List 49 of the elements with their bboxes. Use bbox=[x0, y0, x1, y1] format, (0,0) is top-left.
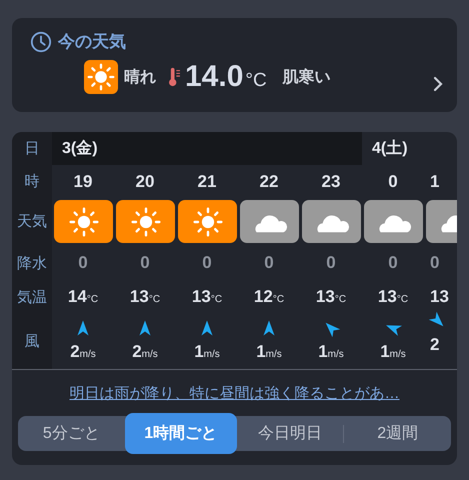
wind-speed-text: 2 bbox=[430, 335, 440, 355]
current-weather-card[interactable]: 今の天気 晴れ 14.0°C 肌寒い bbox=[12, 18, 457, 112]
interval-tab[interactable]: 1時間ごと bbox=[124, 413, 237, 454]
temperature-text: 13 bbox=[430, 287, 449, 307]
hour-text: 21 bbox=[198, 172, 216, 192]
temperature-text: 14.0°C bbox=[185, 60, 267, 94]
interval-tab[interactable]: 5分ごと bbox=[18, 416, 125, 451]
interval-tab[interactable]: 今日明日 bbox=[236, 416, 344, 451]
temperature-text: 13°C bbox=[378, 287, 408, 307]
precipitation-text: 0 bbox=[78, 253, 88, 273]
chevron-right-icon bbox=[433, 76, 443, 92]
wind-speed-text: 1m/s bbox=[318, 342, 344, 362]
forecast-summary-link[interactable]: 明日は雨が降り、特に昼間は強く降ることがあ… bbox=[70, 385, 400, 402]
hour-text: 22 bbox=[260, 172, 278, 192]
feeling-text: 肌寒い bbox=[282, 67, 331, 88]
wind-speed-text: 1m/s bbox=[380, 342, 406, 362]
temperature-text: 13°C bbox=[192, 287, 222, 307]
temperature-text: 13°C bbox=[316, 287, 346, 307]
temperature-text: 13°C bbox=[130, 287, 160, 307]
wind-speed-text: 1m/s bbox=[256, 342, 282, 362]
wind-speed-text: 2m/s bbox=[132, 342, 158, 362]
hour-text: 1 bbox=[430, 172, 440, 192]
hour-text: 19 bbox=[74, 172, 92, 192]
precipitation-text: 0 bbox=[140, 253, 150, 273]
thermometer-icon bbox=[168, 67, 181, 87]
row-label: 降水 bbox=[12, 245, 52, 281]
row-label: 気温 bbox=[12, 281, 52, 313]
date-label: 4(土) bbox=[372, 138, 408, 159]
hour-text: 20 bbox=[136, 172, 154, 192]
condition-text: 晴れ bbox=[124, 68, 156, 88]
wind-speed-text: 2m/s bbox=[70, 342, 96, 362]
precipitation-text: 0 bbox=[430, 253, 440, 273]
precipitation-text: 0 bbox=[202, 253, 212, 273]
hour-text: 23 bbox=[322, 172, 340, 192]
temperature-text: 14°C bbox=[68, 287, 98, 307]
precipitation-text: 0 bbox=[264, 253, 274, 273]
date-label: 3(金) bbox=[62, 138, 98, 159]
row-label: 天気 bbox=[12, 198, 52, 245]
row-label: 日 bbox=[12, 132, 52, 165]
hour-text: 0 bbox=[388, 172, 398, 192]
precipitation-text: 0 bbox=[326, 253, 336, 273]
clock-icon bbox=[30, 30, 52, 52]
wind-speed-text: 1m/s bbox=[194, 342, 220, 362]
interval-tab[interactable]: 2週間 bbox=[344, 416, 452, 451]
section-title: 今の天気 bbox=[58, 31, 126, 53]
temperature-text: 12°C bbox=[254, 287, 284, 307]
row-label: 時 bbox=[12, 165, 52, 198]
row-label: 風 bbox=[12, 313, 52, 369]
precipitation-text: 0 bbox=[388, 253, 398, 273]
